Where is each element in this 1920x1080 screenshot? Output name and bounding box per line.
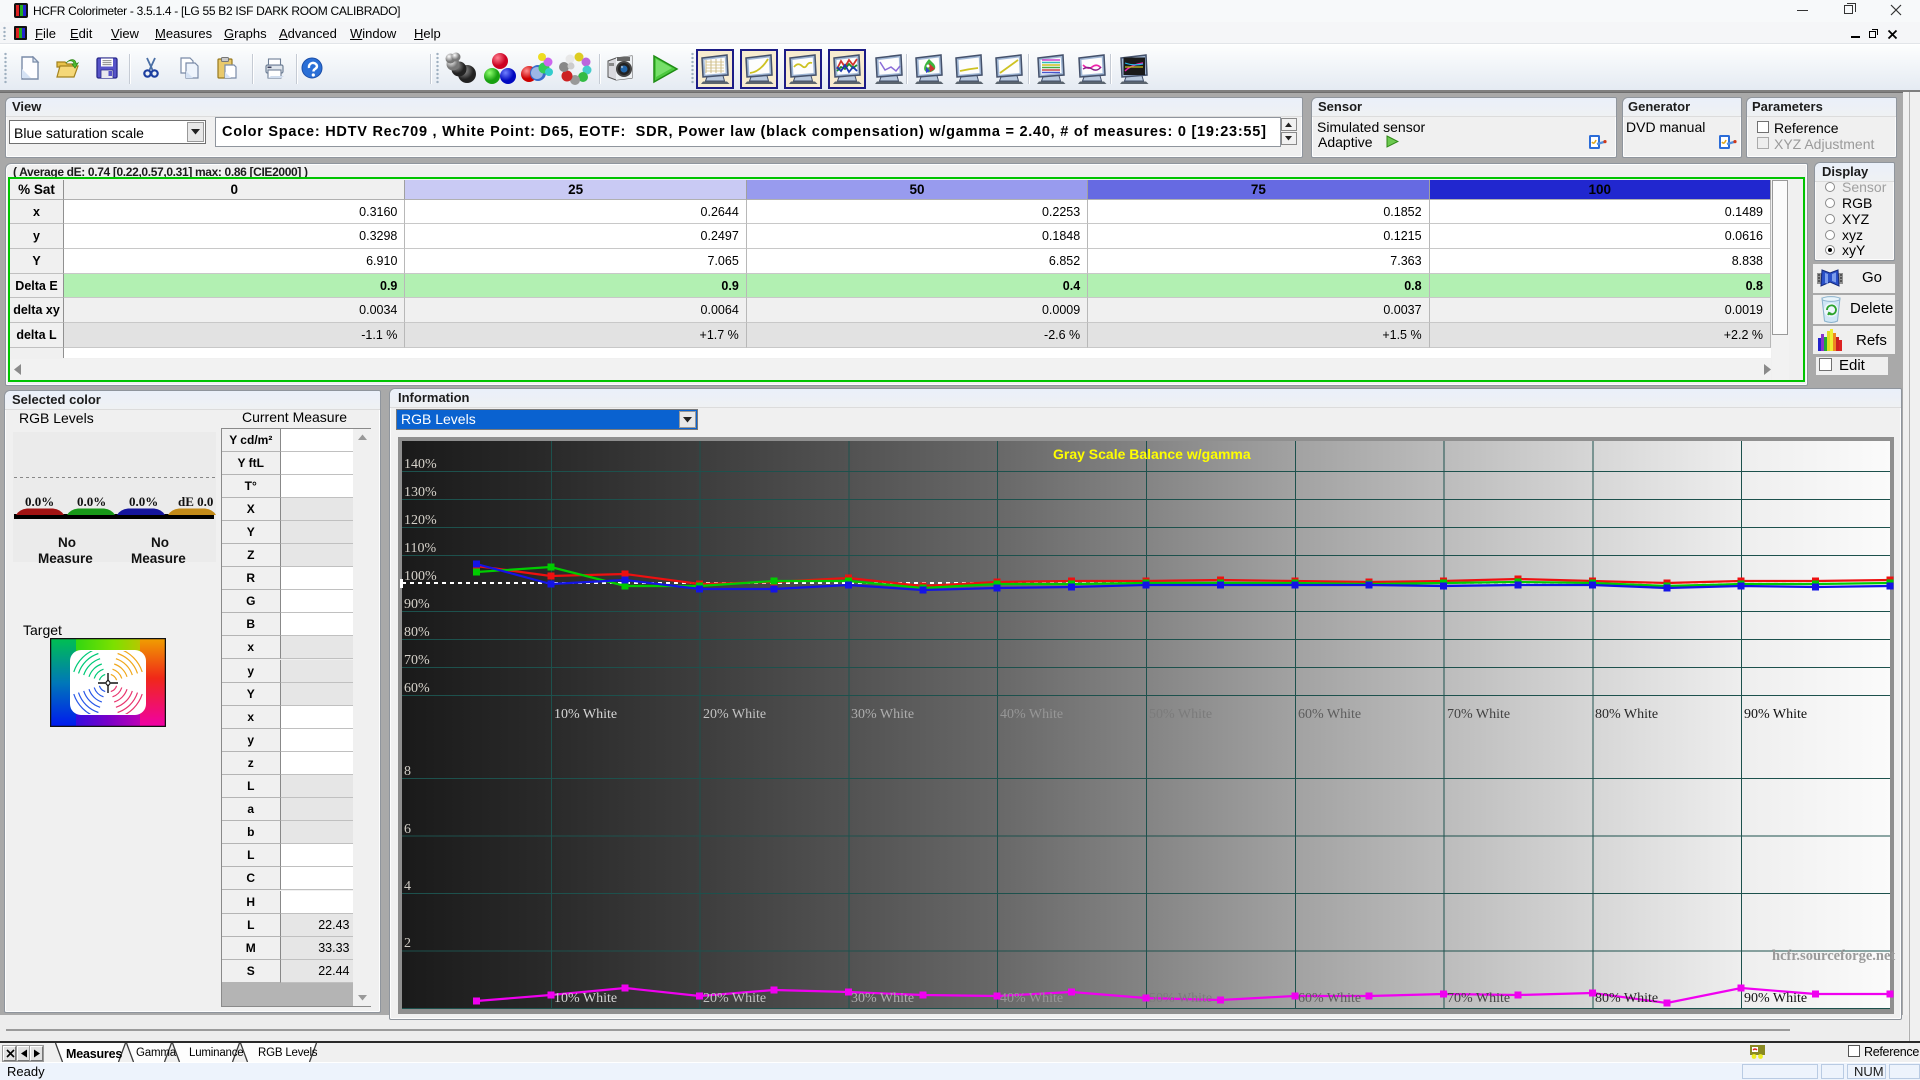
svg-text:100%: 100% [404, 569, 437, 584]
svg-text:40% White: 40% White [1000, 707, 1063, 722]
svg-text:90% White: 90% White [1744, 991, 1807, 1006]
svg-text:8: 8 [404, 764, 411, 779]
svg-text:20% White: 20% White [703, 991, 766, 1006]
svg-text:30% White: 30% White [851, 707, 914, 722]
svg-text:60% White: 60% White [1298, 707, 1361, 722]
svg-text:10% White: 10% White [554, 707, 617, 722]
svg-text:60% White: 60% White [1298, 991, 1361, 1006]
svg-text:40% White: 40% White [1000, 991, 1063, 1006]
svg-text:50% White: 50% White [1149, 707, 1212, 722]
svg-text:140%: 140% [404, 457, 437, 472]
svg-text:50% White: 50% White [1149, 991, 1212, 1006]
svg-text:80% White: 80% White [1595, 991, 1658, 1006]
svg-text:130%: 130% [404, 485, 437, 500]
svg-text:120%: 120% [404, 513, 437, 528]
svg-text:70% White: 70% White [1447, 707, 1510, 722]
svg-text:70%: 70% [404, 653, 430, 668]
svg-text:20% White: 20% White [703, 707, 766, 722]
svg-text:10% White: 10% White [554, 991, 617, 1006]
svg-text:70% White: 70% White [1447, 991, 1510, 1006]
svg-text:60%: 60% [404, 681, 430, 696]
svg-text:90%: 90% [404, 597, 430, 612]
svg-text:2: 2 [404, 936, 411, 951]
svg-text:30% White: 30% White [851, 991, 914, 1006]
svg-text:80% White: 80% White [1595, 707, 1658, 722]
svg-text:4: 4 [404, 879, 411, 894]
svg-text:110%: 110% [404, 541, 436, 556]
svg-text:6: 6 [404, 822, 411, 837]
svg-text:Gray Scale Balance w/gamma: Gray Scale Balance w/gamma [1053, 446, 1251, 462]
svg-text:80%: 80% [404, 625, 430, 640]
svg-text:90% White: 90% White [1744, 707, 1807, 722]
